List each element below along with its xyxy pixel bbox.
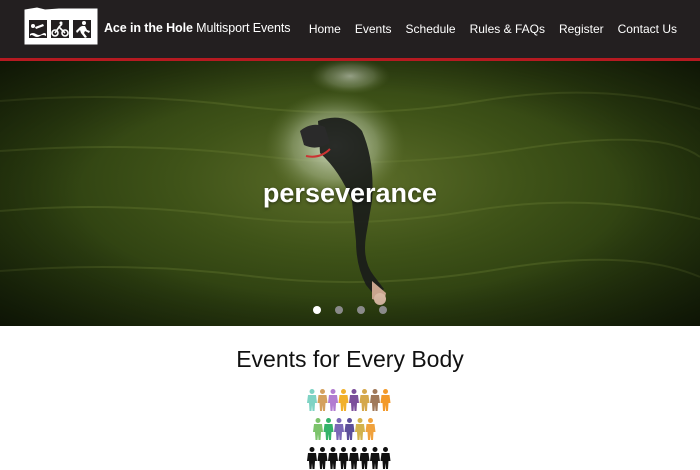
person-figure <box>344 418 355 440</box>
carousel-dot-2[interactable] <box>335 306 343 314</box>
person-figure <box>338 447 349 469</box>
person-figure <box>313 418 323 440</box>
carousel-dots <box>0 306 700 314</box>
hero-carousel[interactable]: perseverance <box>0 61 700 326</box>
carousel-dot-3[interactable] <box>357 306 365 314</box>
person-figure <box>307 389 317 411</box>
person-figure <box>349 389 359 411</box>
site-logo[interactable] <box>23 6 99 46</box>
carousel-dot-4[interactable] <box>379 306 387 314</box>
person-figure <box>365 418 376 440</box>
brand-name-rest: Multisport Events <box>192 21 291 35</box>
person-figure <box>349 447 359 469</box>
person-figure <box>338 389 349 411</box>
person-figure <box>370 447 380 469</box>
person-figure <box>359 389 370 411</box>
person-figure <box>323 418 334 440</box>
nav-register[interactable]: Register <box>559 22 604 36</box>
people-icon <box>307 389 391 469</box>
carousel-dot-1[interactable] <box>313 306 321 314</box>
person-figure <box>380 389 391 411</box>
nav-schedule[interactable]: Schedule <box>406 22 456 36</box>
person-figure <box>380 447 391 469</box>
person-figure <box>317 389 328 411</box>
nav-rules-faqs[interactable]: Rules & FAQs <box>470 22 545 36</box>
person-figure <box>334 418 344 440</box>
site-header: Ace in the Hole Multisport Events Home E… <box>0 0 700 58</box>
person-figure <box>328 389 338 411</box>
person-figure <box>370 389 380 411</box>
person-figure <box>307 447 317 469</box>
person-figure <box>328 447 338 469</box>
nav-events[interactable]: Events <box>355 22 392 36</box>
person-figure <box>317 447 328 469</box>
section-title: Events for Every Body <box>236 346 464 372</box>
hero-title: perseverance <box>262 178 438 208</box>
brand-name[interactable]: Ace in the Hole Multisport Events <box>104 21 290 35</box>
nav-home[interactable]: Home <box>309 22 341 36</box>
triathlon-logo-icon <box>24 7 98 45</box>
person-figure <box>355 418 365 440</box>
brand-name-strong: Ace in the Hole <box>104 21 193 35</box>
main-nav: Home Events Schedule Rules & FAQs Regist… <box>309 22 677 36</box>
person-figure <box>359 447 370 469</box>
nav-contact-us[interactable]: Contact Us <box>618 22 677 36</box>
